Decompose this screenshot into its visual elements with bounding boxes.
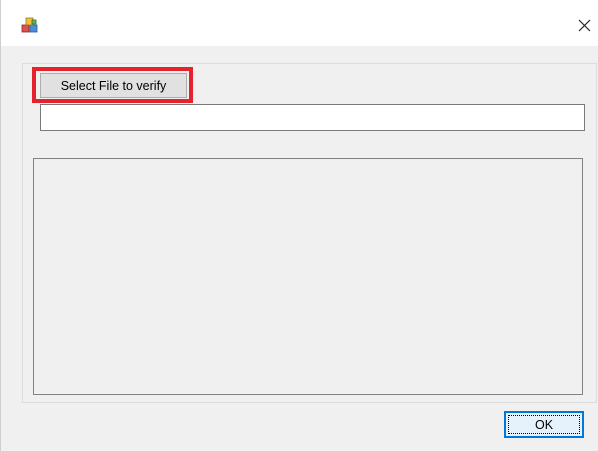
file-path-input[interactable] <box>40 104 585 131</box>
verification-output[interactable] <box>33 158 583 395</box>
ok-button-label: OK <box>534 417 554 432</box>
dialog-window: Select File to verify OK <box>0 0 598 451</box>
ok-button[interactable]: OK <box>504 411 584 438</box>
close-icon <box>578 19 591 32</box>
close-button[interactable] <box>571 10 598 38</box>
title-bar[interactable] <box>1 0 598 46</box>
app-blocks-icon <box>21 17 38 34</box>
highlight-box <box>32 67 193 103</box>
